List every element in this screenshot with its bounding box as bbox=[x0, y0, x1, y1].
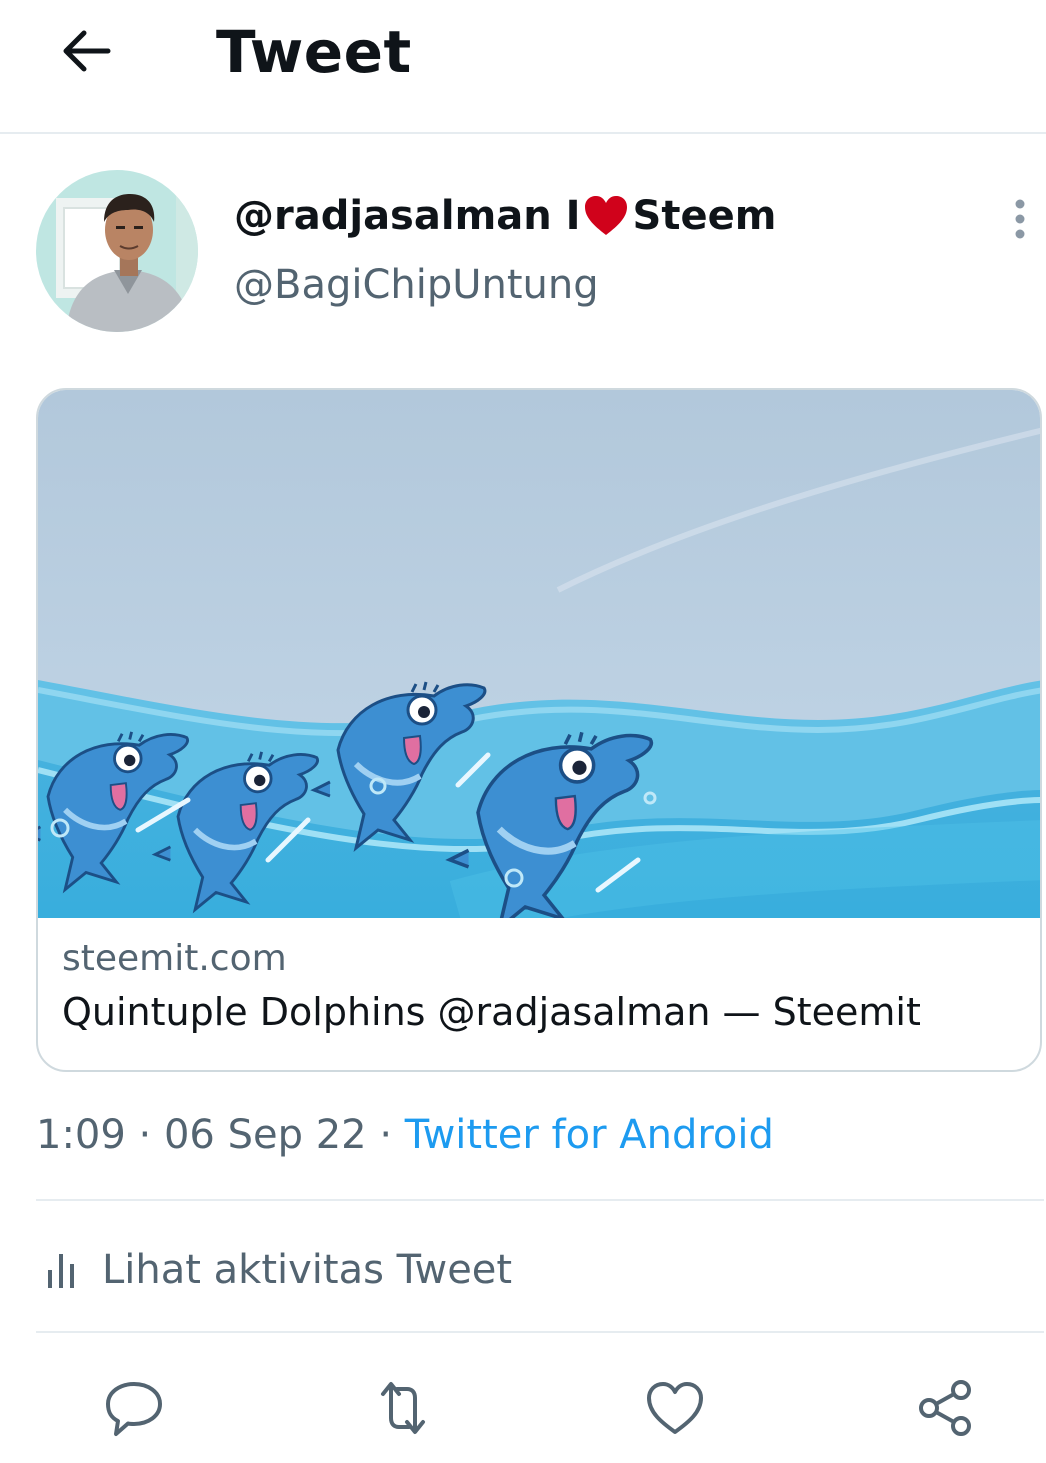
link-preview-card[interactable]: steemit.com Quintuple Dolphins @radjasal… bbox=[36, 388, 1042, 1072]
link-title: Quintuple Dolphins @radjasalman — Steemi… bbox=[62, 990, 921, 1034]
link-domain: steemit.com bbox=[62, 938, 287, 979]
red-heart-icon bbox=[583, 195, 629, 237]
view-tweet-activity[interactable]: Lihat aktivitas Tweet bbox=[36, 1240, 512, 1300]
more-vertical-icon[interactable] bbox=[1008, 198, 1032, 242]
share-icon[interactable] bbox=[913, 1376, 977, 1440]
display-name-suffix: Steem bbox=[632, 193, 777, 239]
author-handle[interactable]: @BagiChipUntung bbox=[234, 262, 599, 308]
meta-separator: · bbox=[366, 1112, 405, 1158]
tweet-source-link[interactable]: Twitter for Android bbox=[405, 1112, 774, 1158]
divider bbox=[36, 1331, 1044, 1333]
bar-chart-icon bbox=[44, 1250, 78, 1290]
top-bar: Tweet bbox=[0, 0, 1046, 134]
link-preview-image bbox=[38, 390, 1040, 939]
tweet-meta: 1:09 · 06 Sep 22 · Twitter for Android bbox=[36, 1112, 774, 1158]
retweet-icon[interactable] bbox=[371, 1376, 435, 1440]
tweet-date: 06 Sep 22 bbox=[163, 1112, 367, 1158]
arrow-left-icon[interactable] bbox=[58, 25, 114, 77]
activity-label: Lihat aktivitas Tweet bbox=[102, 1247, 513, 1293]
avatar[interactable] bbox=[36, 170, 198, 332]
page-title: Tweet bbox=[216, 18, 412, 86]
divider bbox=[36, 1199, 1044, 1201]
like-icon[interactable] bbox=[643, 1376, 707, 1440]
author-display-name[interactable]: @radjasalman I Steem bbox=[234, 193, 776, 239]
display-name-text: @radjasalman I bbox=[234, 193, 581, 239]
tweet-time: 1:09 bbox=[36, 1112, 126, 1158]
meta-separator: · bbox=[125, 1112, 164, 1158]
reply-icon[interactable] bbox=[102, 1376, 166, 1440]
